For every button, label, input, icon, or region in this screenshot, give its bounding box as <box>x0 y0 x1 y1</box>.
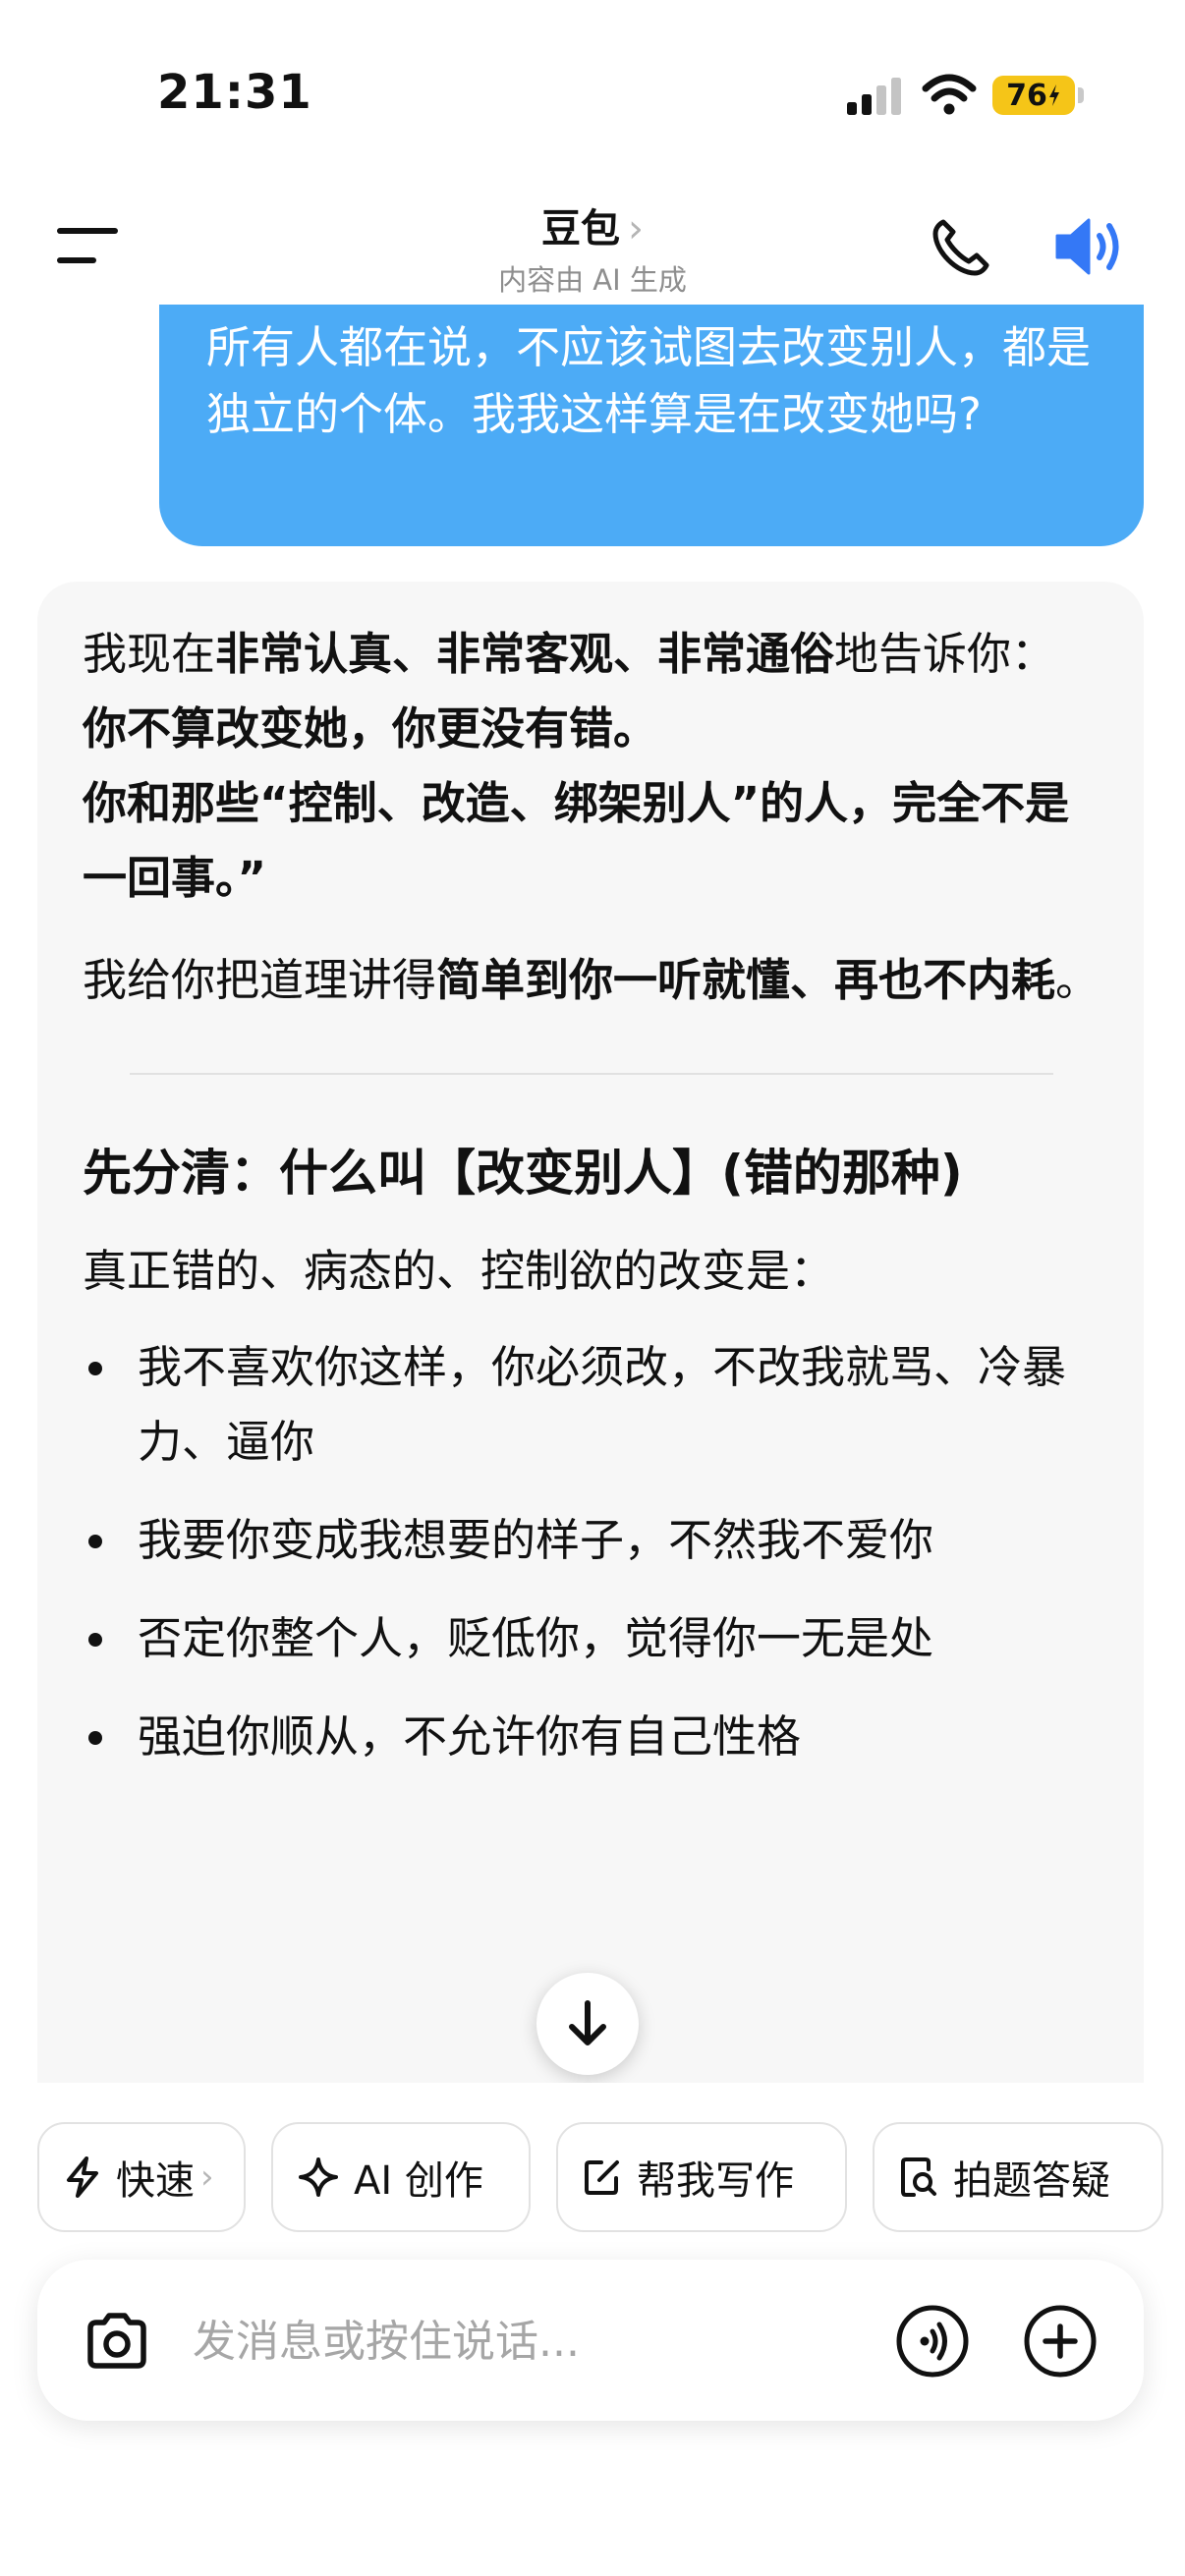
lightning-icon <box>67 2156 98 2198</box>
user-message-bubble[interactable]: 所有人都在说，不应该试图去改变别人，都是独立的个体。我我这样算是在改变她吗? <box>159 305 1144 546</box>
chip-label: 快速 <box>116 2158 195 2204</box>
scroll-to-bottom-button[interactable] <box>536 1973 639 2075</box>
cellular-signal-icon <box>847 78 901 115</box>
ai-bold-line: 你不算改变她，你更没有错。 <box>83 692 1100 766</box>
quick-actions: 快速 › AI 创作 帮我写作 拍题答疑 <box>0 2083 1185 2232</box>
status-bar: 21:31 76 <box>0 0 1185 167</box>
edit-icon <box>585 2160 619 2195</box>
list-item: 否定你整个人，贬低你，觉得你一无是处 <box>83 1601 1100 1676</box>
list-item: 我要你变成我想要的样子，不然我不爱你 <box>83 1503 1100 1578</box>
voice-input-icon[interactable] <box>894 2303 971 2380</box>
sparkle-icon <box>299 2157 338 2197</box>
text-span: 我给你把道理讲得 <box>83 954 437 1006</box>
ai-bold-line: 你和那些“控制、改造、绑架别人”的人，完全不是一回事。” <box>83 766 1100 916</box>
battery-indicator: 76 <box>992 76 1075 115</box>
ai-response-card[interactable]: 我现在非常认真、非常客观、非常通俗地告诉你： 你不算改变她，你更没有错。 你和那… <box>37 582 1144 2083</box>
home-indicator <box>413 2541 772 2552</box>
message-input-bar <box>37 2260 1144 2421</box>
section-heading: 先分清：什么叫【改变别人】(错的那种) <box>83 1145 963 1202</box>
battery-tip <box>1078 87 1084 103</box>
chevron-right-icon: › <box>628 206 644 252</box>
user-message-text: 所有人都在说，不应该试图去改变别人，都是独立的个体。我我这样算是在改变她吗? <box>206 321 1092 440</box>
doc-search-icon <box>901 2157 936 2197</box>
chat-header: 豆包 › 内容由 AI 生成 <box>0 167 1185 305</box>
battery-level: 76 <box>1006 78 1047 113</box>
bold-span: 你不算改变她，你更没有错。 <box>83 702 658 755</box>
phone-call-icon[interactable] <box>930 216 992 279</box>
chip-write-for-me[interactable]: 帮我写作 <box>556 2122 847 2232</box>
text-span: 。 <box>1055 954 1100 1006</box>
chip-photo-qa[interactable]: 拍题答疑 <box>873 2122 1163 2232</box>
divider <box>130 1073 1053 1075</box>
charging-bolt-icon <box>1048 84 1059 106</box>
chip-label: AI 创作 <box>354 2158 483 2204</box>
wifi-icon <box>922 74 977 115</box>
chip-ai-create[interactable]: AI 创作 <box>271 2122 531 2232</box>
message-input[interactable] <box>193 2305 880 2378</box>
bullet-list: 我不喜欢你这样，你必须改，不改我就骂、冷暴力、逼你 我要你变成我想要的样子，不然… <box>83 1330 1100 1774</box>
bot-name-button[interactable]: 豆包 › <box>0 196 1185 253</box>
bot-name: 豆包 <box>541 206 620 252</box>
speaker-volume-icon[interactable] <box>1053 214 1126 279</box>
chip-label: 帮我写作 <box>637 2158 794 2204</box>
bold-span: 简单到你一听就懂、再也不内耗 <box>436 954 1056 1006</box>
list-item: 强迫你顺从，不允许你有自己性格 <box>83 1700 1100 1774</box>
status-time: 21:31 <box>157 65 312 120</box>
ai-paragraph: 真正错的、病态的、控制欲的改变是： <box>83 1245 835 1297</box>
chip-label: 拍题答疑 <box>953 2158 1110 2204</box>
bold-span: 非常认真、非常客观、非常通俗 <box>215 628 835 680</box>
bold-span: 你和那些“控制、改造、绑架别人”的人，完全不是一回事。” <box>83 777 1070 904</box>
text-span: 我现在 <box>83 628 216 680</box>
chip-fast-mode[interactable]: 快速 › <box>37 2122 246 2232</box>
arrow-down-icon <box>569 2000 606 2045</box>
camera-icon[interactable] <box>81 2305 153 2378</box>
ai-paragraph-intro: 我现在非常认真、非常客观、非常通俗地告诉你： <box>83 617 1100 692</box>
ai-generated-notice: 内容由 AI 生成 <box>498 263 687 297</box>
chat-area[interactable]: 所有人都在说，不应该试图去改变别人，都是独立的个体。我我这样算是在改变她吗? 我… <box>0 305 1185 2083</box>
text-span: 地告诉你： <box>834 628 1056 680</box>
ai-paragraph: 我给你把道理讲得简单到你一听就懂、再也不内耗。 <box>83 943 1100 1018</box>
list-item: 我不喜欢你这样，你必须改，不改我就骂、冷暴力、逼你 <box>83 1330 1100 1480</box>
chevron-right-icon: › <box>200 2157 214 2197</box>
plus-icon[interactable] <box>1022 2303 1099 2380</box>
